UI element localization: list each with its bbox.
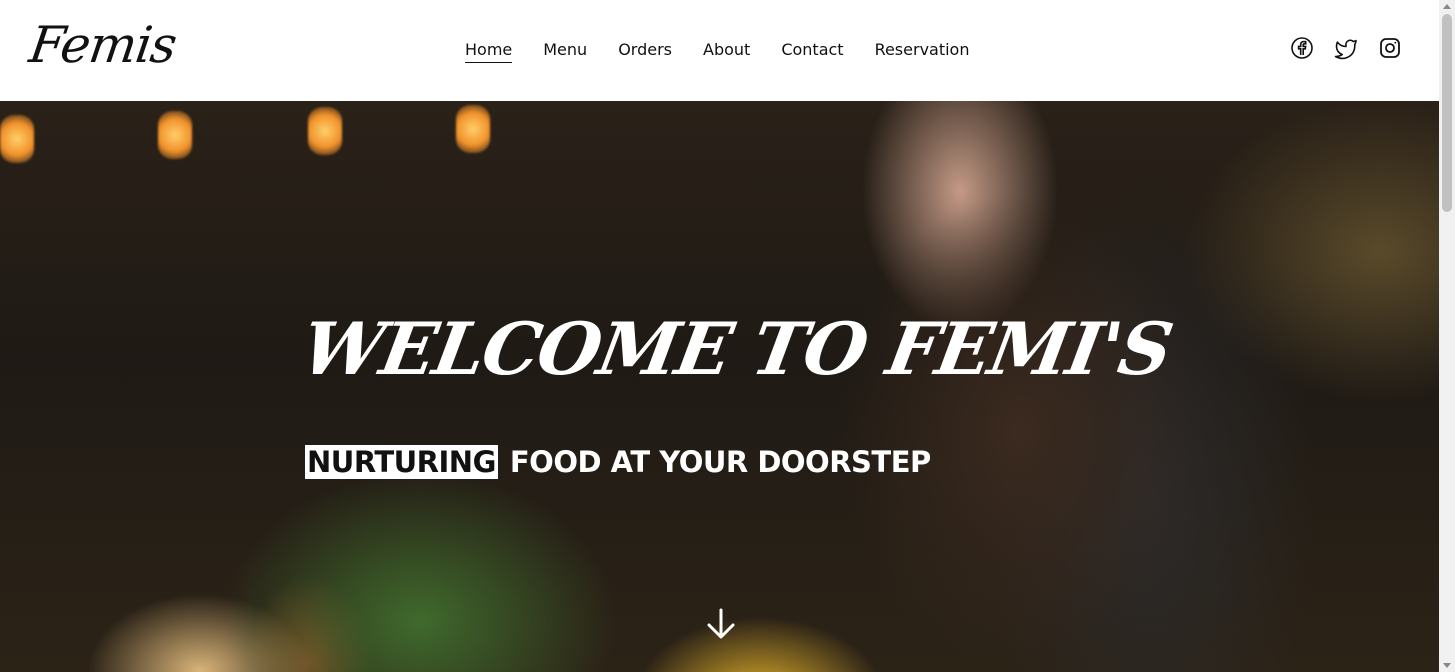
nav-home-link[interactable]: Home: [465, 38, 513, 63]
hero-title: WELCOME TO FEMI'S: [295, 306, 1178, 391]
tagline-highlight: NURTURING: [305, 445, 498, 479]
nav-menu-link[interactable]: Menu: [543, 38, 587, 63]
site-logo[interactable]: Femis: [25, 10, 180, 80]
arrow-down-icon[interactable]: [703, 606, 739, 642]
lamp-light: [0, 115, 34, 163]
lamp-light: [308, 107, 342, 155]
hero-banner: WELCOME TO FEMI'S NURTURING FOOD AT YOUR …: [0, 101, 1439, 672]
nav-about-link[interactable]: About: [703, 38, 750, 63]
nav-reservation-link[interactable]: Reservation: [875, 38, 970, 63]
nav-orders-link[interactable]: Orders: [618, 38, 672, 63]
social-links: [1290, 36, 1402, 60]
facebook-icon[interactable]: [1290, 36, 1314, 60]
page-scrollbar[interactable]: [1439, 0, 1455, 672]
lamp-light: [456, 105, 490, 153]
lamp-light: [158, 111, 192, 159]
nav-contact-link[interactable]: Contact: [781, 38, 843, 63]
twitter-icon[interactable]: [1334, 36, 1358, 60]
instagram-icon[interactable]: [1378, 36, 1402, 60]
scroll-up-icon[interactable]: [1443, 4, 1451, 9]
hero-tagline: NURTURING FOOD AT YOUR DOORSTEP: [305, 445, 931, 479]
scrollbar-thumb[interactable]: [1442, 14, 1452, 212]
main-nav: Home Menu Orders About Contact Reservati…: [465, 38, 969, 63]
tagline-text: FOOD AT YOUR DOORSTEP: [509, 445, 931, 479]
site-header: Femis Home Menu Orders About Contact Res…: [0, 0, 1439, 101]
scroll-down-icon[interactable]: [1443, 663, 1451, 668]
